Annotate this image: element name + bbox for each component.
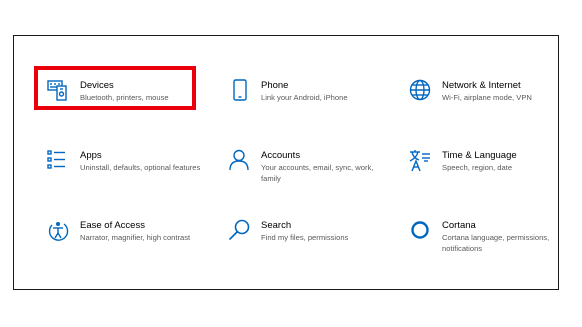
- tile-accounts[interactable]: Accounts Your accounts, email, sync, wor…: [228, 149, 388, 199]
- phone-icon: [228, 79, 254, 105]
- apps-icon: [47, 149, 73, 175]
- tile-description: Your accounts, email, sync, work, family: [261, 163, 374, 183]
- tile-description: Wi-Fi, airplane mode, VPN: [442, 93, 532, 102]
- tile-apps[interactable]: Apps Uninstall, defaults, optional featu…: [47, 149, 207, 199]
- tile-title: Network & Internet: [442, 80, 521, 91]
- tile-description: Speech, region, date: [442, 163, 513, 172]
- cortana-icon: [409, 219, 435, 245]
- globe-icon: [409, 79, 435, 105]
- tile-description: Narrator, magnifier, high contrast: [80, 233, 191, 242]
- tile-ease-of-access[interactable]: Ease of Access Narrator, magnifier, high…: [47, 219, 207, 269]
- language-icon: [409, 149, 435, 175]
- tile-title: Ease of Access: [80, 220, 145, 231]
- selection-highlight: [34, 66, 196, 110]
- tile-title: Accounts: [261, 150, 301, 161]
- tile-description: Cortana language, permissions, notificat…: [442, 233, 550, 253]
- tile-title: Phone: [261, 80, 289, 91]
- person-icon: [228, 149, 254, 175]
- tile-cortana[interactable]: Cortana Cortana language, permissions, n…: [409, 219, 569, 269]
- tile-network[interactable]: Network & Internet Wi-Fi, airplane mode,…: [409, 79, 569, 129]
- tile-description: Link your Android, iPhone: [261, 93, 348, 102]
- tile-description: Uninstall, defaults, optional features: [80, 163, 201, 172]
- tile-search[interactable]: Search Find my files, permissions: [228, 219, 388, 269]
- ease-of-access-icon: [47, 219, 73, 245]
- tile-title: Search: [261, 220, 292, 231]
- tile-time-language[interactable]: Time & Language Speech, region, date: [409, 149, 569, 199]
- tile-description: Find my files, permissions: [261, 233, 349, 242]
- search-icon: [228, 219, 254, 245]
- tile-phone[interactable]: Phone Link your Android, iPhone: [228, 79, 388, 129]
- tile-title: Apps: [80, 150, 102, 161]
- tile-title: Time & Language: [442, 150, 517, 161]
- tile-title: Cortana: [442, 220, 476, 231]
